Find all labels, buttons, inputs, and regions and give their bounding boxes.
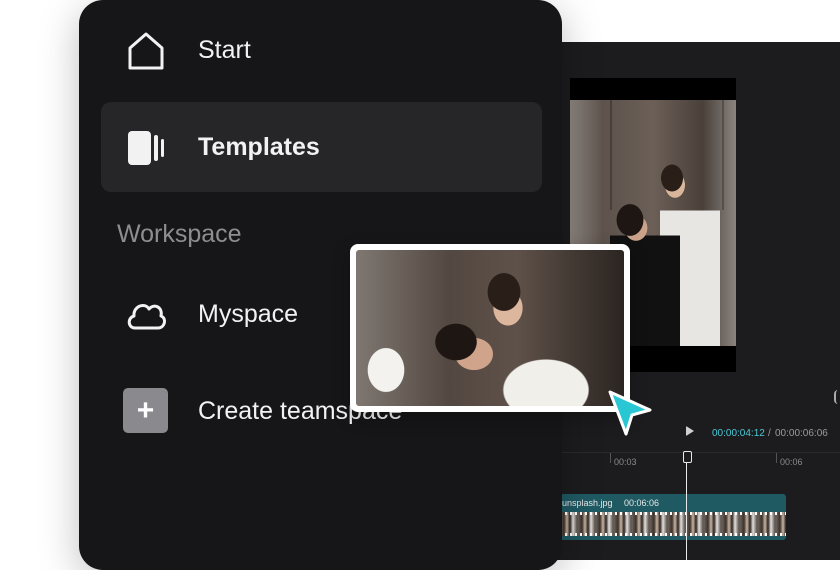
resize-handle[interactable]: [834, 390, 840, 404]
sidebar-item-templates[interactable]: Templates: [101, 102, 542, 192]
clip-duration: 00:06:06: [624, 498, 660, 508]
clip-name: unsplash.jpg: [562, 498, 613, 508]
ruler-tick: 00:03: [610, 453, 637, 467]
templates-icon: [128, 131, 164, 165]
cloud-icon: [127, 304, 167, 330]
timecode-current: 00:00:04:12: [712, 428, 765, 439]
cursor-arrow-icon: [608, 390, 652, 436]
ruler-tick: 00:06: [776, 453, 803, 467]
playhead[interactable]: [686, 451, 687, 560]
timeline-clip[interactable]: unsplash.jpg 00:06:06: [560, 494, 786, 540]
playback-bar: 00:00:04:12 / 00:00:06:06: [560, 420, 840, 450]
door-detail: [610, 100, 724, 210]
play-icon[interactable]: [686, 426, 694, 436]
timecode-separator: /: [768, 428, 771, 439]
plus-icon: +: [123, 388, 168, 433]
sidebar-item-label: Start: [198, 36, 251, 64]
section-heading-workspace: Workspace: [117, 220, 242, 248]
timecode-total: 00:00:06:06: [775, 428, 828, 439]
sidebar-item-label: Templates: [198, 133, 320, 161]
playhead-handle[interactable]: [683, 451, 692, 463]
sidebar-item-start[interactable]: Start: [101, 4, 542, 94]
home-icon: [128, 32, 164, 70]
media-thumbnail: [356, 250, 624, 406]
timeline-ruler[interactable]: 00:03 00:06: [560, 452, 840, 477]
clip-thumbnails: [560, 512, 786, 536]
dragged-media-card[interactable]: [350, 244, 630, 412]
sidebar-item-label: Myspace: [198, 300, 299, 328]
